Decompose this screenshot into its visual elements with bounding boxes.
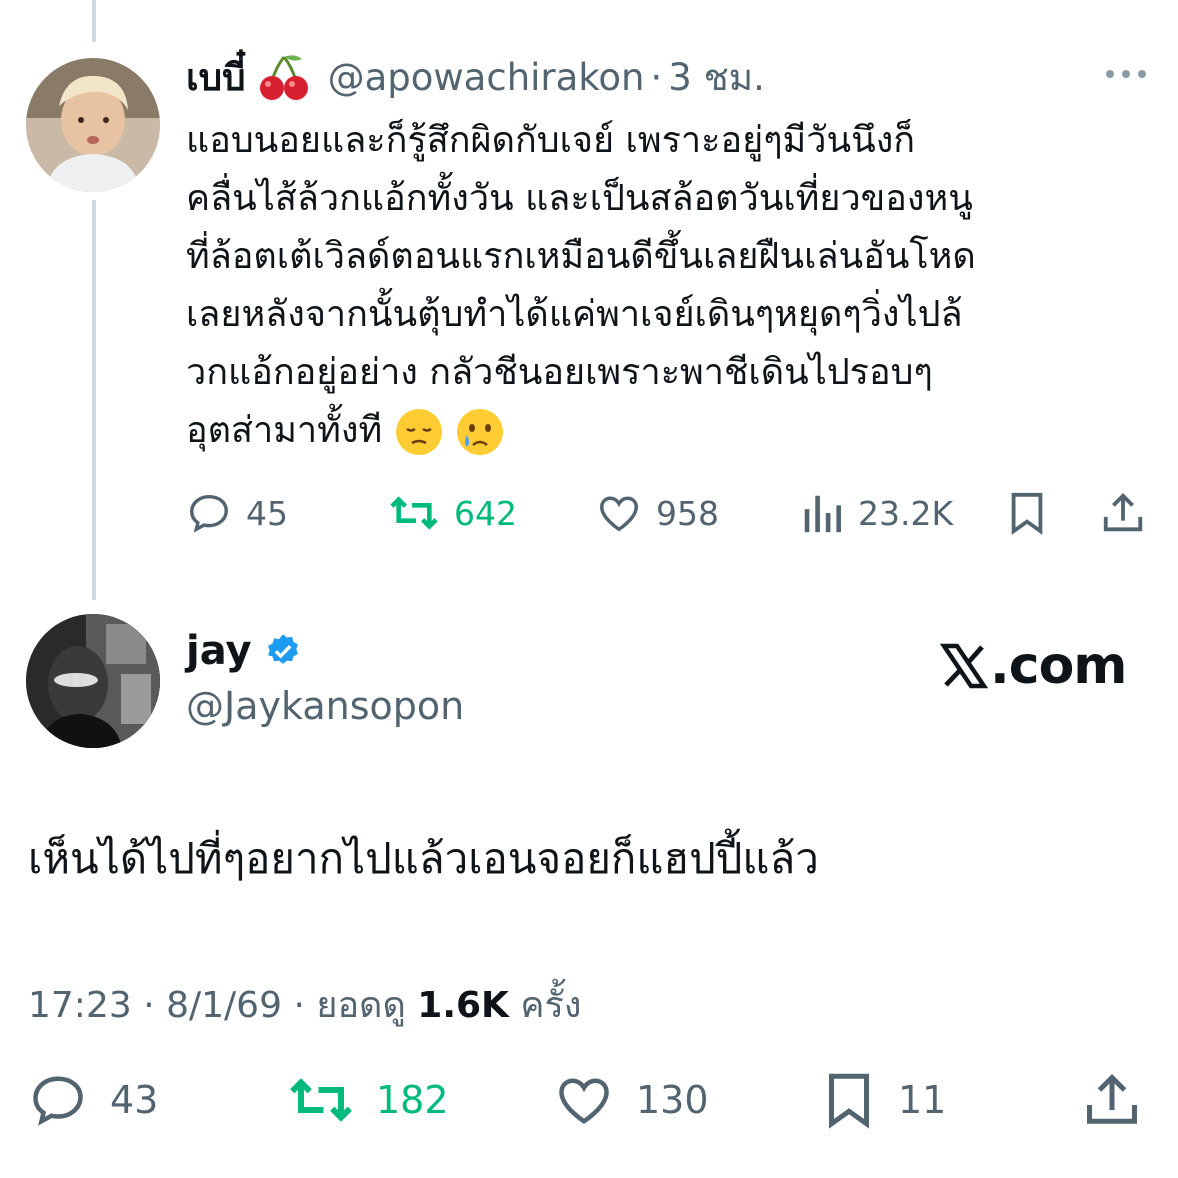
bookmark-icon	[829, 1073, 869, 1129]
share-icon	[1087, 1073, 1137, 1124]
reply-tweet-text: แอบนอยและก็รู้สึกผิดกับเจย์ เพราะอยู่ๆมี…	[186, 112, 1146, 460]
views-chart-icon	[804, 495, 841, 533]
tweet-date[interactable]: 8/1/69	[166, 985, 282, 1026]
share-button[interactable]	[1100, 488, 1146, 538]
like-button[interactable]: 130	[554, 1070, 709, 1130]
views-count[interactable]: 1.6K	[417, 985, 509, 1026]
reply-button[interactable]: 43	[28, 1070, 158, 1130]
reply-icon	[33, 1076, 83, 1126]
avatar[interactable]	[26, 58, 160, 192]
repost-icon	[390, 496, 438, 530]
repost-count: 642	[454, 493, 517, 533]
reply-count: 43	[110, 1078, 159, 1122]
thread-line-top	[92, 0, 96, 42]
bookmark-count: 11	[898, 1078, 947, 1122]
bookmark-button[interactable]	[1006, 488, 1048, 538]
tweet-text-line: ที่ล้อตเต้เวิลด์ตอนแรกเหมือนดีขึ้นเลยฝืน…	[186, 236, 976, 277]
repost-count: 182	[376, 1078, 449, 1122]
xcom-watermark-text: .com	[990, 636, 1127, 696]
handle[interactable]: @Jaykansopon	[186, 684, 464, 728]
share-button[interactable]	[1082, 1070, 1142, 1130]
tweet-meta: 17:23 · 8/1/69 · ยอดดู 1.6K ครั้ง	[28, 976, 581, 1033]
separator: ·	[293, 985, 305, 1026]
tweet-text-line: เลยหลังจากนั้นตุ้บทำได้แค่พาเจย์เดินๆหยุ…	[186, 294, 963, 335]
repost-button[interactable]: 642	[388, 488, 517, 538]
repost-icon	[290, 1078, 352, 1122]
main-action-bar: 43 182 130 11	[0, 1070, 1178, 1130]
timestamp[interactable]: 3 ชม.	[668, 48, 765, 107]
avatar[interactable]	[26, 614, 160, 748]
cherries-emoji-icon	[258, 51, 310, 103]
main-tweet-text: เห็นได้ไปที่ๆอยากไปแล้วเอนจอยก็แฮปปี้แล้…	[28, 834, 819, 883]
verified-badge-icon[interactable]	[264, 632, 302, 670]
x-logo-icon	[940, 643, 988, 689]
separator: ·	[143, 985, 155, 1026]
pensive-face-emoji-icon	[394, 407, 444, 457]
reply-icon	[190, 494, 228, 533]
thread-line	[92, 200, 96, 600]
separator: ·	[650, 55, 663, 99]
reply-button[interactable]: 45	[186, 488, 288, 538]
like-count: 958	[656, 493, 719, 533]
display-name[interactable]: เบบี๋	[186, 48, 246, 107]
views-suffix: ครั้ง	[520, 985, 582, 1026]
reply-header: เบบี๋ @apowachirakon · 3 ชม.	[186, 50, 765, 104]
like-count: 130	[636, 1078, 709, 1122]
tweet-text-line: แอบนอยและก็รู้สึกผิดกับเจย์ เพราะอยู่ๆมี…	[186, 120, 916, 161]
like-button[interactable]: 958	[596, 488, 719, 538]
share-icon	[1103, 493, 1143, 532]
heart-icon	[559, 1078, 609, 1124]
handle[interactable]: @apowachirakon	[328, 56, 645, 99]
reply-count: 45	[246, 493, 288, 533]
repost-button[interactable]: 182	[288, 1070, 449, 1130]
views-count: 23.2K	[858, 493, 954, 533]
xcom-watermark: .com	[940, 636, 1127, 696]
tweet-time[interactable]: 17:23	[28, 985, 132, 1026]
bookmark-icon	[1011, 492, 1043, 535]
bookmark-button[interactable]: 11	[822, 1070, 946, 1130]
crying-face-emoji-icon	[455, 407, 505, 457]
views-label: ยอดดู	[316, 985, 406, 1026]
more-options-icon[interactable]	[1104, 62, 1148, 86]
reply-action-bar: 45 642 958 23.2K	[0, 488, 1178, 538]
tweet-text-last-line: อุตส่ามาทั้งที	[186, 402, 1146, 460]
tweet-text-line: อุตส่ามาทั้งที	[186, 410, 383, 451]
display-name[interactable]: jay	[186, 628, 252, 674]
heart-icon	[600, 496, 638, 532]
tweet-text-line: คลื่นไส้ล้วกแอ้กทั้งวัน และเป็นสล้อตวันเ…	[186, 178, 973, 219]
tweet-text-line: วกแอ้กอยู่อย่าง กลัวชีนอยเพราะพาชีเดินไป…	[186, 352, 933, 393]
views-button[interactable]: 23.2K	[800, 488, 953, 538]
display-name-row: jay	[186, 628, 302, 674]
